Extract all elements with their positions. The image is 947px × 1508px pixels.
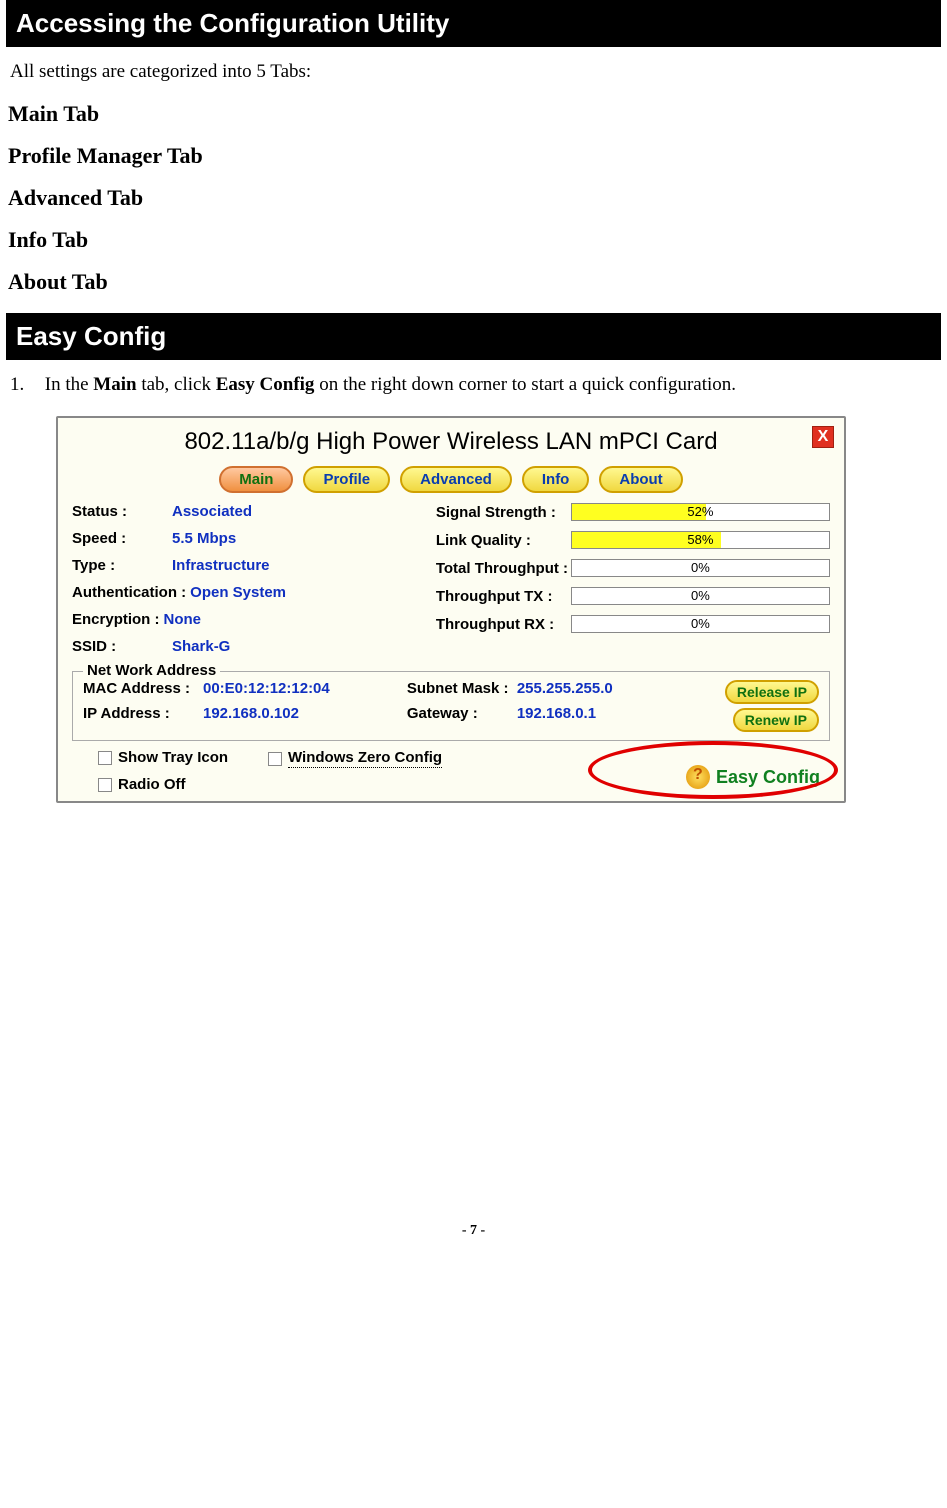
show-tray-icon-checkbox[interactable]: Show Tray Icon [98, 749, 228, 766]
network-address-group: Net Work Address MAC Address :00:E0:12:1… [72, 671, 830, 741]
status-value: Associated [172, 503, 252, 520]
subnet-mask-label: Subnet Mask : [407, 680, 517, 697]
tab-list-main: Main Tab [8, 101, 939, 127]
checkbox-icon [268, 752, 282, 766]
signal-strength-label: Signal Strength : [436, 504, 571, 521]
section-heading-accessing: Accessing the Configuration Utility [6, 0, 941, 47]
signal-strength-bar: 52% [571, 503, 830, 521]
section-heading-easy-config: Easy Config [6, 313, 941, 360]
tab-list-info: Info Tab [8, 227, 939, 253]
intro-text: All settings are categorized into 5 Tabs… [10, 61, 939, 83]
easy-config-label: Easy Config [716, 767, 820, 788]
authentication-value: Open System [190, 584, 286, 601]
total-throughput-bar: 0% [571, 559, 830, 577]
tab-main[interactable]: Main [219, 466, 293, 493]
tab-list-advanced: Advanced Tab [8, 185, 939, 211]
show-tray-icon-label: Show Tray Icon [118, 749, 228, 766]
total-throughput-label: Total Throughput : [436, 560, 571, 577]
instruction-text-pre: In the [45, 374, 94, 395]
status-label: Status : [72, 503, 172, 520]
easy-config-button[interactable]: Easy Config [678, 761, 828, 793]
link-quality-bar: 58% [571, 531, 830, 549]
renew-ip-button[interactable]: Renew IP [733, 708, 819, 732]
release-ip-button[interactable]: Release IP [725, 680, 819, 704]
windows-zero-config-label: Windows Zero Config [288, 749, 442, 768]
instruction-bold-easy-config: Easy Config [216, 374, 315, 395]
ssid-label: SSID : [72, 638, 172, 655]
tab-profile[interactable]: Profile [303, 466, 390, 493]
window-title-text: 802.11a/b/g High Power Wireless LAN mPCI… [184, 428, 717, 455]
type-value: Infrastructure [172, 557, 270, 574]
throughput-rx-label: Throughput RX : [436, 616, 571, 633]
throughput-tx-label: Throughput TX : [436, 588, 571, 605]
windows-zero-config-checkbox[interactable]: Windows Zero Config [268, 749, 442, 768]
tab-info[interactable]: Info [522, 466, 590, 493]
nav-tabs: Main Profile Advanced Info About [58, 466, 844, 493]
ssid-value: Shark-G [172, 638, 230, 655]
signal-strength-value: 52% [687, 504, 713, 519]
speed-value: 5.5 Mbps [172, 530, 236, 547]
instruction-bold-main: Main [93, 374, 136, 395]
radio-off-label: Radio Off [118, 776, 186, 793]
authentication-label: Authentication : [72, 584, 186, 601]
instruction-number: 1. [10, 374, 40, 396]
gateway-value: 192.168.0.1 [517, 705, 596, 722]
window-title: 802.11a/b/g High Power Wireless LAN mPCI… [58, 418, 844, 462]
subnet-mask-value: 255.255.255.0 [517, 680, 613, 697]
page-number: - 7 - [0, 1223, 947, 1251]
throughput-tx-value: 0% [691, 588, 710, 603]
gateway-label: Gateway : [407, 705, 517, 722]
tab-list-profile-manager: Profile Manager Tab [8, 143, 939, 169]
tab-advanced[interactable]: Advanced [400, 466, 512, 493]
checkbox-icon [98, 751, 112, 765]
mac-address-label: MAC Address : [83, 680, 203, 697]
checkbox-icon [98, 778, 112, 792]
lightbulb-question-icon [686, 765, 710, 789]
ip-address-label: IP Address : [83, 705, 203, 722]
encryption-label: Encryption : [72, 611, 160, 628]
throughput-rx-value: 0% [691, 616, 710, 631]
instruction-text-mid: tab, click [137, 374, 216, 395]
radio-off-checkbox[interactable]: Radio Off [98, 776, 228, 793]
encryption-value: None [164, 611, 202, 628]
throughput-tx-bar: 0% [571, 587, 830, 605]
network-address-group-title: Net Work Address [83, 662, 220, 679]
speed-label: Speed : [72, 530, 172, 547]
tab-about[interactable]: About [599, 466, 682, 493]
config-utility-window: 802.11a/b/g High Power Wireless LAN mPCI… [56, 416, 846, 803]
total-throughput-value: 0% [691, 560, 710, 575]
ip-address-value: 192.168.0.102 [203, 705, 299, 722]
close-icon[interactable]: X [812, 426, 834, 448]
tab-list-about: About Tab [8, 269, 939, 295]
link-quality-value: 58% [687, 532, 713, 547]
link-quality-label: Link Quality : [436, 532, 571, 549]
throughput-rx-bar: 0% [571, 615, 830, 633]
type-label: Type : [72, 557, 172, 574]
instruction-step-1: 1. In the Main tab, click Easy Config on… [10, 374, 939, 396]
instruction-text-post: on the right down corner to start a quic… [314, 374, 736, 395]
mac-address-value: 00:E0:12:12:12:04 [203, 680, 330, 697]
